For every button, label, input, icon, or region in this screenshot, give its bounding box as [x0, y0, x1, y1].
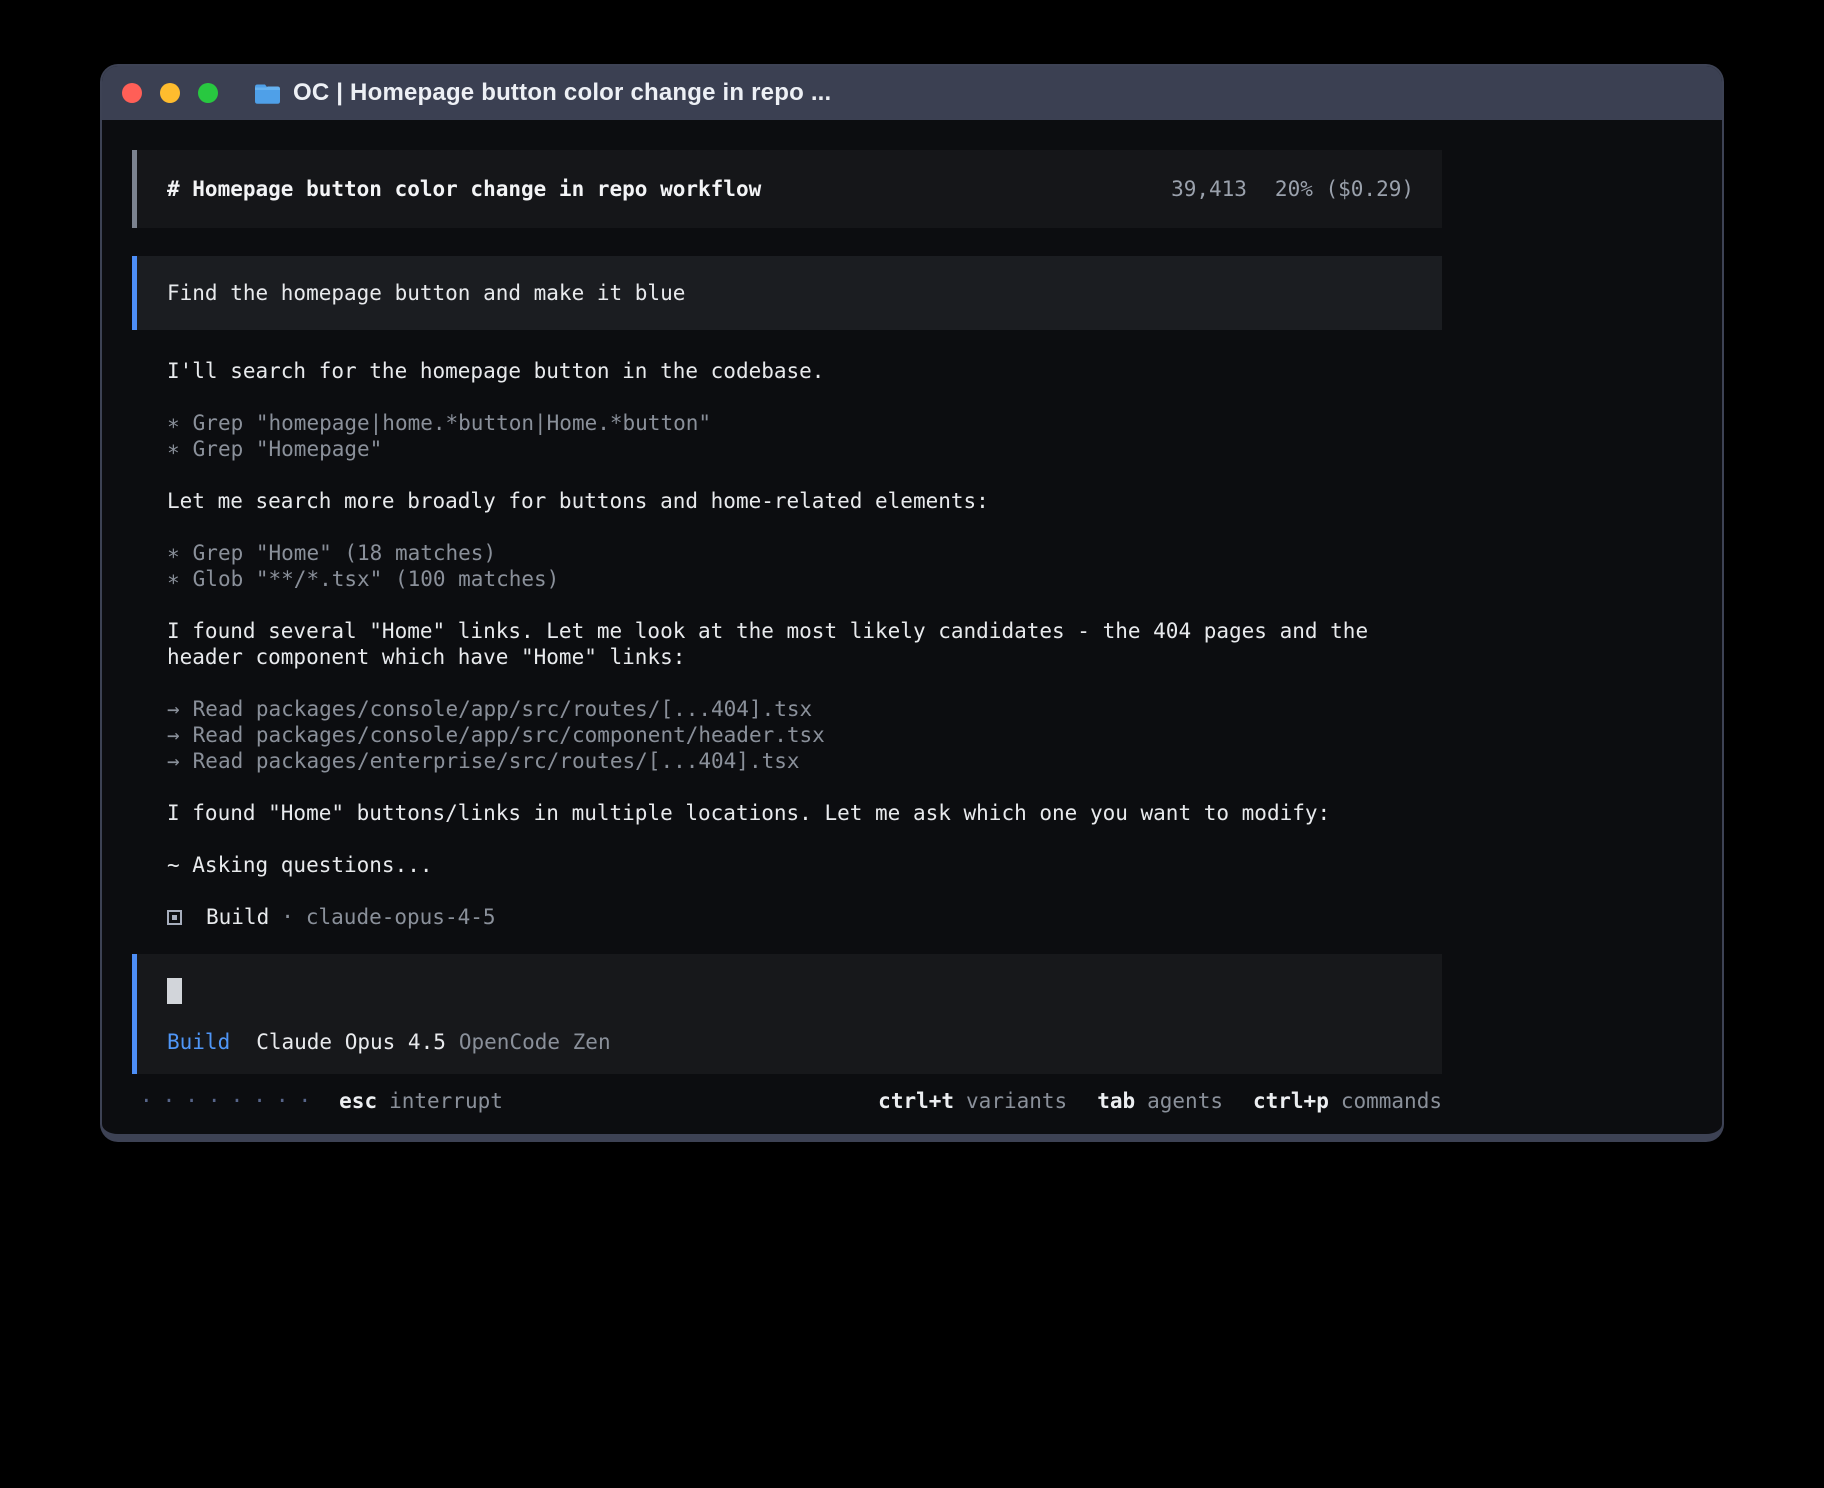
minimize-button[interactable] — [160, 83, 180, 103]
spinner-dots-icon: ········ — [140, 1088, 321, 1114]
close-button[interactable] — [122, 83, 142, 103]
user-message-text: Find the homepage button and make it blu… — [167, 281, 685, 305]
tool-call: ∗Grep "homepage|home.*button|Home.*butto… — [167, 410, 1377, 436]
tool-call: →Read packages/enterprise/src/routes/[..… — [167, 748, 1377, 774]
agent-status-row: Build · claude-opus-4-5 — [167, 904, 1377, 930]
prompt-input[interactable]: Build Claude Opus 4.5 OpenCode Zen — [132, 954, 1442, 1074]
assistant-text: I found "Home" buttons/links in multiple… — [167, 800, 1377, 826]
assistant-text: Let me search more broadly for buttons a… — [167, 488, 1377, 514]
context-cost: 20% ($0.29) — [1275, 177, 1414, 201]
shortcut-variants: ctrl+t variants — [878, 1088, 1067, 1114]
esc-label: interrupt — [389, 1088, 503, 1114]
agent-name: Build — [206, 904, 269, 930]
session-header: # Homepage button color change in repo w… — [132, 150, 1442, 228]
tool-arrow-icon: → — [167, 749, 180, 773]
tool-call: →Read packages/console/app/src/component… — [167, 722, 1377, 748]
agent-model: claude-opus-4-5 — [306, 904, 496, 930]
model-provider: OpenCode Zen — [459, 1030, 611, 1054]
assistant-text: I found several "Home" links. Let me loo… — [167, 618, 1377, 670]
window-titlebar[interactable]: OC | Homepage button color change in rep… — [102, 66, 1722, 120]
agent-icon — [167, 910, 182, 925]
model-status-row: Build Claude Opus 4.5 OpenCode Zen — [167, 1030, 1412, 1054]
agent-separator: · — [281, 904, 294, 930]
terminal-content: # Homepage button color change in repo w… — [102, 120, 1722, 1114]
tool-call: ∗Grep "Homepage" — [167, 436, 1377, 462]
tool-call: →Read packages/console/app/src/routes/[.… — [167, 696, 1377, 722]
tool-bullet-icon: ∗ — [167, 541, 180, 565]
shortcut-agents: tab agents — [1097, 1088, 1223, 1114]
assistant-transcript: I'll search for the homepage button in t… — [132, 358, 1377, 930]
zoom-button[interactable] — [198, 83, 218, 103]
session-title: # Homepage button color change in repo w… — [167, 177, 761, 201]
model-name: Claude Opus 4.5 — [256, 1030, 446, 1054]
status-text: ~ Asking questions... — [167, 852, 1377, 878]
user-message: Find the homepage button and make it blu… — [132, 256, 1442, 330]
mode-label[interactable]: Build — [167, 1030, 230, 1054]
status-bar: ········ esc interrupt ctrl+t variants t… — [132, 1088, 1442, 1114]
tool-bullet-icon: ∗ — [167, 567, 180, 591]
assistant-text: I'll search for the homepage button in t… — [167, 358, 1377, 384]
tool-arrow-icon: → — [167, 723, 180, 747]
tool-arrow-icon: → — [167, 697, 180, 721]
shortcut-commands: ctrl+p commands — [1253, 1088, 1442, 1114]
token-count: 39,413 — [1171, 177, 1247, 201]
window-title: OC | Homepage button color change in rep… — [293, 79, 831, 107]
tool-call: ∗Grep "Home" (18 matches) — [167, 540, 1377, 566]
terminal-window: OC | Homepage button color change in rep… — [100, 64, 1724, 1142]
session-stats: 39,413 20% ($0.29) — [1171, 177, 1414, 201]
folder-icon — [254, 83, 281, 104]
esc-key: esc — [339, 1088, 377, 1114]
tool-bullet-icon: ∗ — [167, 437, 180, 461]
tool-call: ∗Glob "**/*.tsx" (100 matches) — [167, 566, 1377, 592]
text-cursor[interactable] — [167, 978, 182, 1004]
tool-bullet-icon: ∗ — [167, 411, 180, 435]
